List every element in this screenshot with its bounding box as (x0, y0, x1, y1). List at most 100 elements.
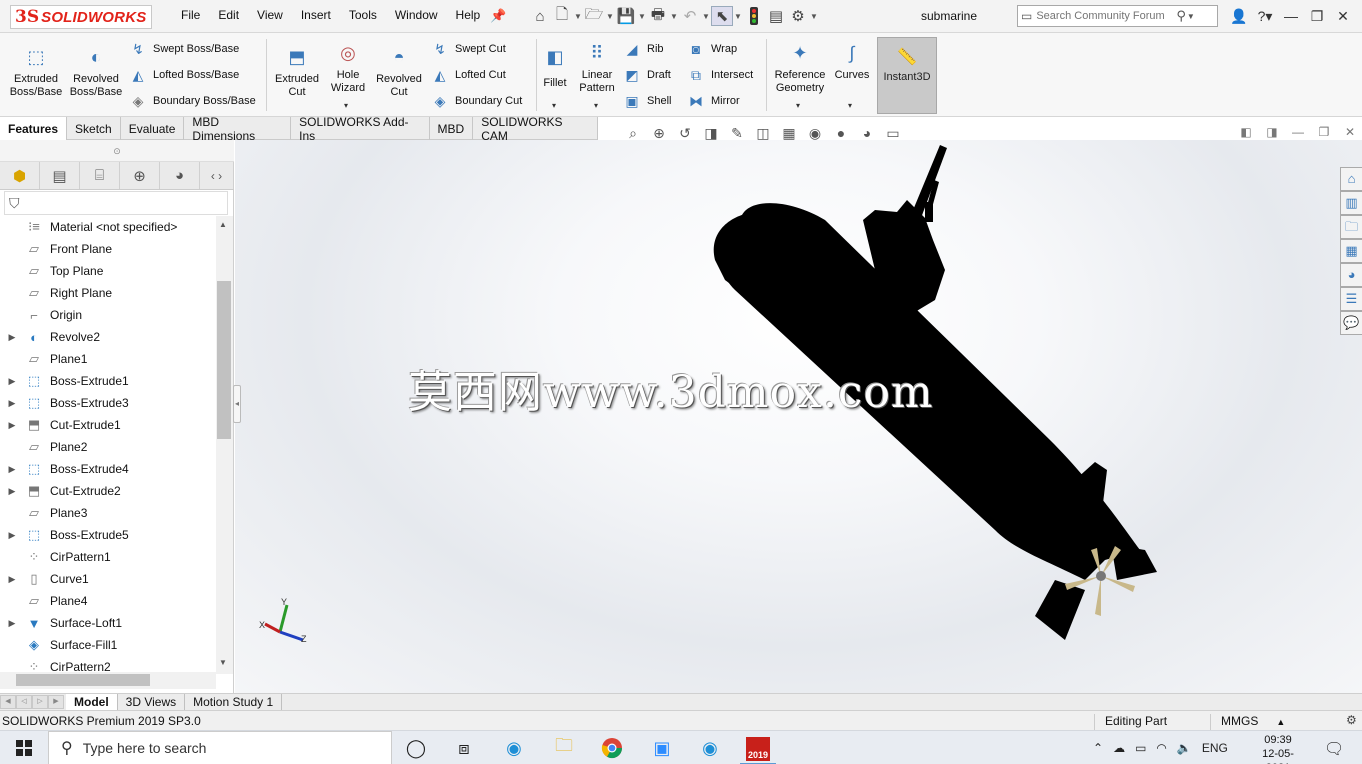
options-dropdown-icon[interactable]: ▼ (809, 12, 819, 21)
chrome-icon[interactable] (594, 734, 630, 762)
tab-features[interactable]: Features (0, 117, 68, 140)
start-button[interactable] (0, 731, 48, 764)
wrap-button[interactable]: ◙ Wrap (686, 38, 737, 60)
apply-scene-icon[interactable]: ◕ (854, 125, 880, 141)
status-tools-icon[interactable]: ⚙ (1346, 713, 1357, 727)
tree-item[interactable]: ▶ ⬚ Boss-Extrude3 (0, 392, 216, 414)
dynamic-annotation-icon[interactable]: ✎ (724, 125, 750, 142)
custom-properties-icon[interactable]: ☰ (1340, 287, 1362, 311)
solidworks-taskbar-icon[interactable]: 2019 (740, 734, 776, 764)
view-palette-icon[interactable]: ▦ (1340, 239, 1362, 263)
tab-evaluate[interactable]: Evaluate (121, 117, 185, 140)
shell-button[interactable]: ▣ Shell (622, 90, 671, 112)
cortana-icon[interactable]: ◯ (398, 734, 434, 762)
help-icon[interactable]: ?▾ (1252, 8, 1278, 25)
lofted-boss-button[interactable]: ◭ Lofted Boss/Base (128, 64, 240, 86)
options-gear-icon[interactable]: ⚙ (787, 6, 809, 26)
extruded-cut-button[interactable]: ⬒ Extruded Cut (270, 35, 324, 115)
tab-mbd-dimensions[interactable]: MBD Dimensions (184, 115, 292, 143)
tree-item[interactable]: ⁝≡ Material <not specified> (0, 216, 216, 238)
panel-splitter[interactable]: ◂ (233, 385, 241, 423)
curves-dropdown-icon[interactable]: ▾ (848, 101, 852, 110)
open-dropdown-icon[interactable]: ▼ (605, 12, 615, 21)
unit-system[interactable]: MMGS ▲ (1210, 714, 1285, 731)
file-explorer-icon[interactable]: 🗀 (1340, 215, 1362, 239)
menu-insert[interactable]: Insert (292, 8, 340, 26)
linear-pattern-dropdown-icon[interactable]: ▾ (594, 101, 598, 110)
viewport-tile-right-icon[interactable]: ◨ (1259, 125, 1285, 139)
new-dropdown-icon[interactable]: ▼ (573, 12, 583, 21)
battery-icon[interactable]: ▭ (1130, 741, 1151, 755)
tab-sketch[interactable]: Sketch (67, 117, 121, 140)
rib-button[interactable]: ◢ Rib (622, 38, 664, 60)
search-input[interactable] (1036, 10, 1177, 22)
instant3d-button[interactable]: 📏 Instant3D (877, 37, 937, 114)
expand-arrow-icon[interactable]: ▶ (0, 332, 24, 343)
draft-button[interactable]: ◩ Draft (622, 64, 670, 86)
taskbar-search[interactable]: ⚲ Type here to search (48, 731, 392, 764)
section-view-icon[interactable]: ◨ (698, 125, 724, 142)
design-library-icon[interactable]: ▥ (1340, 191, 1362, 215)
search-dropdown-icon[interactable]: ▼ (1186, 12, 1196, 21)
lofted-cut-button[interactable]: ◭ Lofted Cut (430, 64, 506, 86)
tree-item[interactable]: ▶ ▼ Surface-Loft1 (0, 612, 216, 634)
notifications-icon[interactable]: 🗨 (1324, 739, 1344, 759)
tab-motion-study[interactable]: Motion Study 1 (185, 694, 283, 710)
extruded-boss-button[interactable]: ⬚ Extruded Boss/Base (6, 35, 66, 115)
input-language[interactable]: ENG (1197, 741, 1233, 755)
zoom-app-icon[interactable]: ▣ (644, 734, 680, 762)
tree-item[interactable]: ▶ ⬚ Boss-Extrude4 (0, 458, 216, 480)
viewport-tile-left-icon[interactable]: ◧ (1233, 125, 1259, 139)
search-icon[interactable]: ⚲ (1176, 8, 1186, 24)
tree-item[interactable]: ▱ Plane3 (0, 502, 216, 524)
boundary-boss-button[interactable]: ◈ Boundary Boss/Base (128, 90, 256, 112)
solidworks-logo[interactable]: 3S SOLIDWORKS (10, 5, 152, 29)
expand-arrow-icon[interactable]: ▶ (0, 574, 24, 585)
feature-manager-tab-icon[interactable]: ⬢ (0, 162, 40, 189)
revolved-cut-button[interactable]: ◓ Revolved Cut (372, 35, 426, 115)
tree-item[interactable]: ▱ Plane2 (0, 436, 216, 458)
expand-arrow-icon[interactable]: ▶ (0, 420, 24, 431)
taskbar-clock[interactable]: 09:39 12-05-2021 (1250, 733, 1306, 764)
revolved-boss-button[interactable]: ◐ Revolved Boss/Base (68, 35, 124, 115)
restore-button[interactable]: ❐ (1304, 8, 1330, 25)
mirror-button[interactable]: ⧓ Mirror (686, 90, 740, 112)
print-icon[interactable]: 🖶 (647, 6, 669, 26)
view-orientation-icon[interactable]: ◫ (750, 125, 776, 142)
dimxpert-manager-tab-icon[interactable]: ⊕ (120, 162, 160, 189)
edge-browser-icon[interactable]: ◉ (496, 734, 532, 762)
close-button[interactable]: ✕ (1330, 8, 1356, 25)
expand-arrow-icon[interactable]: ▶ (0, 486, 24, 497)
display-style-icon[interactable]: ▦ (776, 125, 802, 142)
forum-icon[interactable]: 💬 (1340, 311, 1362, 335)
undo-dropdown-icon[interactable]: ▼ (701, 12, 711, 21)
boundary-cut-button[interactable]: ◈ Boundary Cut (430, 90, 523, 112)
menu-edit[interactable]: Edit (209, 8, 248, 26)
tree-item[interactable]: ◈ Surface-Fill1 (0, 634, 216, 656)
zoom-to-area-icon[interactable]: ⊕ (646, 125, 672, 142)
expand-arrow-icon[interactable]: ▶ (0, 376, 24, 387)
viewport-restore-button[interactable]: ❐ (1311, 125, 1337, 139)
reference-geometry-dropdown-icon[interactable]: ▾ (796, 101, 800, 110)
scroll-down-icon[interactable]: ▼ (219, 658, 227, 667)
tree-item[interactable]: ⌐ Origin (0, 304, 216, 326)
menu-tools[interactable]: Tools (340, 8, 386, 26)
file-explorer-taskbar-icon[interactable]: 🗀 (546, 734, 582, 762)
home-icon[interactable]: ⌂ (529, 6, 551, 26)
new-document-icon[interactable]: 🗋 (551, 6, 573, 26)
save-icon[interactable]: 💾 (615, 6, 637, 26)
tree-item[interactable]: ▱ Front Plane (0, 238, 216, 260)
open-folder-icon[interactable]: 🗁 (583, 6, 605, 26)
pin-menu-icon[interactable]: 📌 (490, 8, 506, 24)
save-dropdown-icon[interactable]: ▼ (637, 12, 647, 21)
tree-item[interactable]: ⁘ CirPattern1 (0, 546, 216, 568)
tab-mbd[interactable]: MBD (430, 117, 474, 140)
tree-item[interactable]: ▱ Top Plane (0, 260, 216, 282)
show-hidden-icons-icon[interactable]: ⌃ (1088, 741, 1108, 755)
rebuild-traffic-light-icon[interactable] (743, 6, 765, 26)
appearances-icon[interactable]: ◕ (1340, 263, 1362, 287)
file-properties-icon[interactable]: ▤ (765, 6, 787, 26)
tree-item[interactable]: ▱ Plane1 (0, 348, 216, 370)
tree-filter[interactable]: ⛉ (4, 191, 228, 215)
user-account-icon[interactable]: 👤 (1226, 8, 1252, 25)
